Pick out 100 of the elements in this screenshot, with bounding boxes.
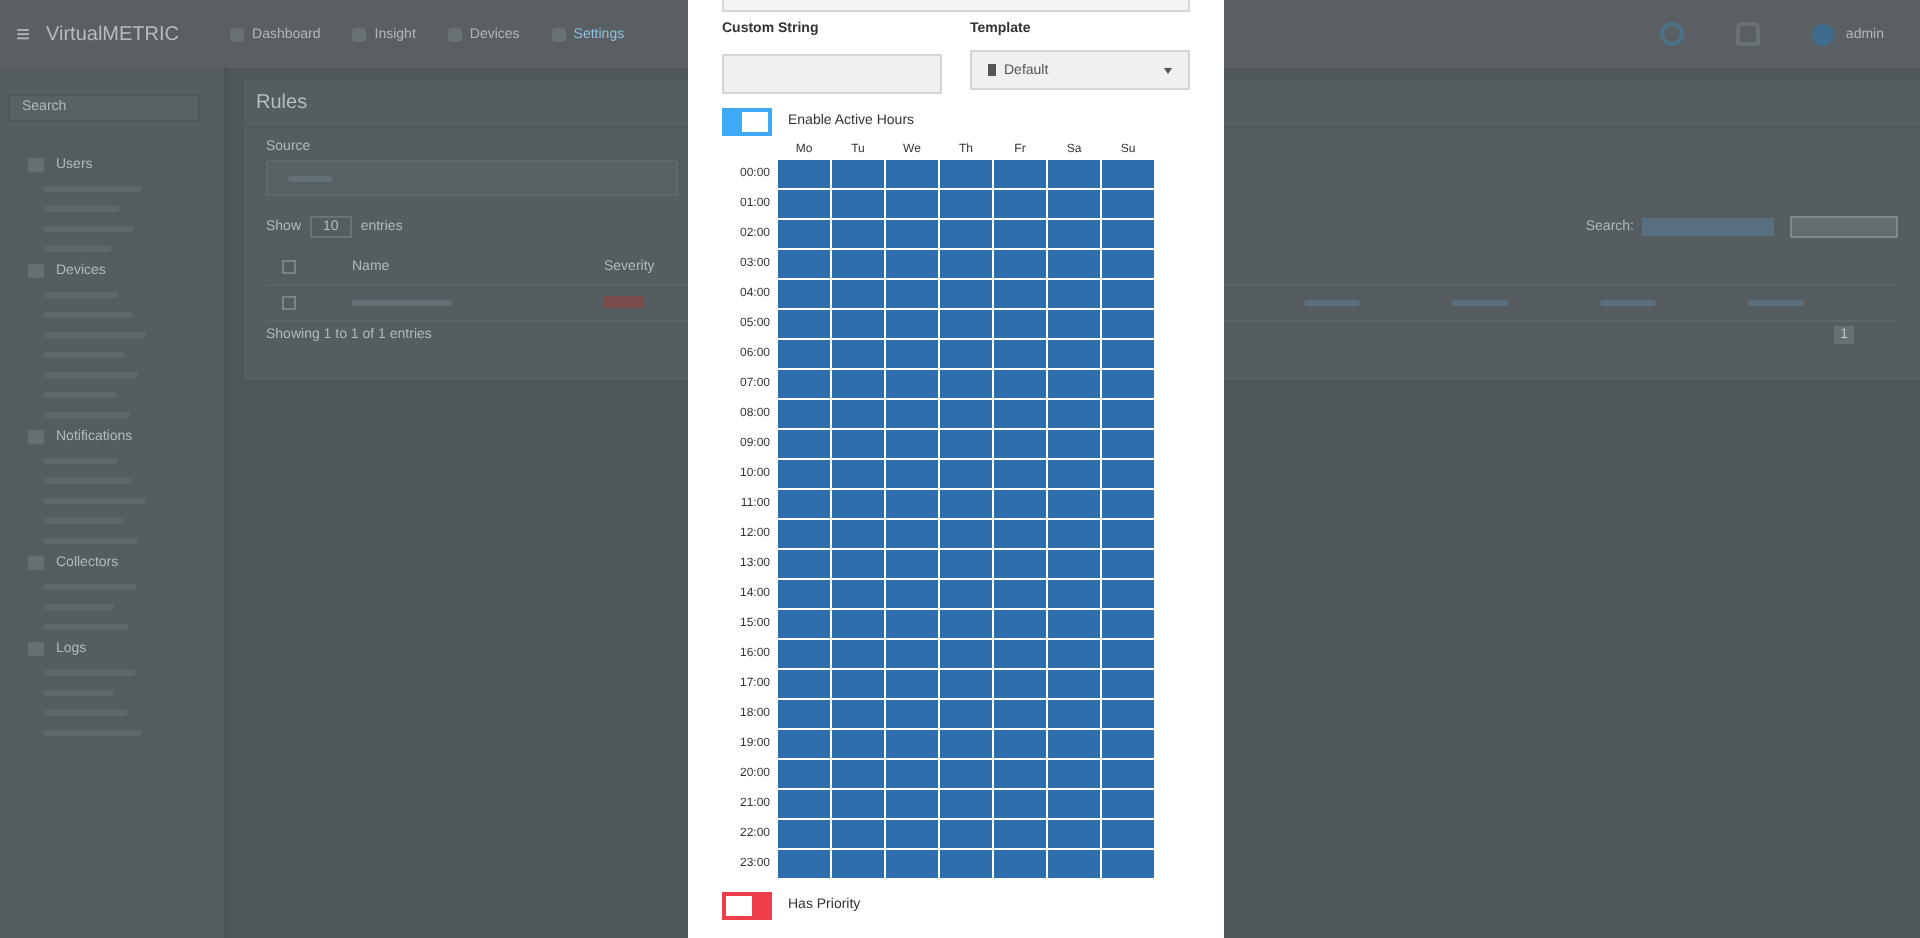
schedule-cell[interactable] bbox=[886, 339, 938, 367]
schedule-cell[interactable] bbox=[832, 609, 884, 637]
schedule-cell[interactable] bbox=[832, 759, 884, 787]
schedule-cell[interactable] bbox=[778, 549, 830, 577]
schedule-cell[interactable] bbox=[940, 519, 992, 547]
schedule-cell[interactable] bbox=[1102, 579, 1154, 607]
schedule-cell[interactable] bbox=[886, 669, 938, 697]
schedule-cell[interactable] bbox=[1102, 429, 1154, 457]
schedule-cell[interactable] bbox=[940, 219, 992, 247]
schedule-cell[interactable] bbox=[994, 219, 1046, 247]
schedule-cell[interactable] bbox=[1048, 339, 1100, 367]
schedule-cell[interactable] bbox=[1048, 789, 1100, 817]
schedule-cell[interactable] bbox=[832, 519, 884, 547]
menu-icon[interactable]: ≡ bbox=[16, 20, 31, 48]
schedule-cell[interactable] bbox=[1048, 399, 1100, 427]
schedule-cell[interactable] bbox=[940, 609, 992, 637]
schedule-cell[interactable] bbox=[940, 369, 992, 397]
schedule-cell[interactable] bbox=[940, 669, 992, 697]
schedule-cell[interactable] bbox=[1102, 819, 1154, 847]
schedule-cell[interactable] bbox=[832, 819, 884, 847]
schedule-cell[interactable] bbox=[778, 369, 830, 397]
schedule-cell[interactable] bbox=[832, 309, 884, 337]
schedule-cell[interactable] bbox=[778, 759, 830, 787]
schedule-cell[interactable] bbox=[886, 369, 938, 397]
schedule-cell[interactable] bbox=[832, 219, 884, 247]
schedule-cell[interactable] bbox=[832, 549, 884, 577]
schedule-cell[interactable] bbox=[940, 489, 992, 517]
schedule-cell[interactable] bbox=[1048, 369, 1100, 397]
schedule-cell[interactable] bbox=[832, 369, 884, 397]
schedule-cell[interactable] bbox=[1102, 729, 1154, 757]
schedule-cell[interactable] bbox=[832, 459, 884, 487]
schedule-cell[interactable] bbox=[1102, 639, 1154, 667]
schedule-cell[interactable] bbox=[886, 579, 938, 607]
schedule-cell[interactable] bbox=[1048, 189, 1100, 217]
checkbox[interactable] bbox=[282, 260, 296, 274]
schedule-cell[interactable] bbox=[778, 249, 830, 277]
schedule-cell[interactable] bbox=[886, 849, 938, 877]
schedule-cell[interactable] bbox=[778, 669, 830, 697]
schedule-cell[interactable] bbox=[832, 399, 884, 427]
schedule-cell[interactable] bbox=[778, 729, 830, 757]
toggle-switch[interactable] bbox=[722, 891, 772, 919]
schedule-cell[interactable] bbox=[832, 579, 884, 607]
schedule-cell[interactable] bbox=[1048, 159, 1100, 187]
schedule-cell[interactable] bbox=[940, 459, 992, 487]
schedule-cell[interactable] bbox=[1048, 819, 1100, 847]
schedule-cell[interactable] bbox=[886, 759, 938, 787]
schedule-cell[interactable] bbox=[1048, 669, 1100, 697]
schedule-cell[interactable] bbox=[994, 579, 1046, 607]
schedule-cell[interactable] bbox=[1048, 549, 1100, 577]
schedule-cell[interactable] bbox=[778, 219, 830, 247]
schedule-cell[interactable] bbox=[886, 399, 938, 427]
schedule-cell[interactable] bbox=[994, 309, 1046, 337]
schedule-cell[interactable] bbox=[778, 189, 830, 217]
schedule-cell[interactable] bbox=[832, 249, 884, 277]
schedule-cell[interactable] bbox=[1048, 699, 1100, 727]
schedule-cell[interactable] bbox=[886, 489, 938, 517]
schedule-cell[interactable] bbox=[940, 729, 992, 757]
schedule-cell[interactable] bbox=[1102, 459, 1154, 487]
schedule-cell[interactable] bbox=[994, 399, 1046, 427]
schedule-cell[interactable] bbox=[1048, 249, 1100, 277]
schedule-cell[interactable] bbox=[778, 789, 830, 817]
schedule-cell[interactable] bbox=[1102, 609, 1154, 637]
schedule-cell[interactable] bbox=[1048, 219, 1100, 247]
schedule-cell[interactable] bbox=[940, 759, 992, 787]
schedule-cell[interactable] bbox=[1102, 399, 1154, 427]
schedule-cell[interactable] bbox=[778, 699, 830, 727]
schedule-cell[interactable] bbox=[832, 639, 884, 667]
schedule-cell[interactable] bbox=[1102, 699, 1154, 727]
schedule-cell[interactable] bbox=[778, 159, 830, 187]
schedule-cell[interactable] bbox=[778, 819, 830, 847]
schedule-cell[interactable] bbox=[1102, 189, 1154, 217]
schedule-cell[interactable] bbox=[994, 189, 1046, 217]
schedule-cell[interactable] bbox=[1048, 279, 1100, 307]
schedule-cell[interactable] bbox=[994, 339, 1046, 367]
schedule-cell[interactable] bbox=[1048, 489, 1100, 517]
schedule-cell[interactable] bbox=[832, 489, 884, 517]
schedule-cell[interactable] bbox=[1048, 309, 1100, 337]
schedule-cell[interactable] bbox=[994, 459, 1046, 487]
schedule-cell[interactable] bbox=[940, 579, 992, 607]
schedule-cell[interactable] bbox=[886, 309, 938, 337]
schedule-cell[interactable] bbox=[832, 189, 884, 217]
text-field[interactable] bbox=[722, 0, 1190, 12]
schedule-cell[interactable] bbox=[886, 639, 938, 667]
schedule-cell[interactable] bbox=[994, 789, 1046, 817]
schedule-cell[interactable] bbox=[940, 849, 992, 877]
schedule-cell[interactable] bbox=[778, 459, 830, 487]
schedule-cell[interactable] bbox=[994, 609, 1046, 637]
schedule-cell[interactable] bbox=[1102, 279, 1154, 307]
schedule-cell[interactable] bbox=[1102, 339, 1154, 367]
schedule-cell[interactable] bbox=[940, 159, 992, 187]
schedule-cell[interactable] bbox=[994, 369, 1046, 397]
schedule-cell[interactable] bbox=[1048, 519, 1100, 547]
schedule-cell[interactable] bbox=[778, 609, 830, 637]
schedule-cell[interactable] bbox=[1102, 759, 1154, 787]
schedule-cell[interactable] bbox=[940, 249, 992, 277]
schedule-cell[interactable] bbox=[994, 279, 1046, 307]
schedule-cell[interactable] bbox=[940, 789, 992, 817]
schedule-cell[interactable] bbox=[1048, 459, 1100, 487]
schedule-cell[interactable] bbox=[886, 729, 938, 757]
schedule-cell[interactable] bbox=[778, 309, 830, 337]
